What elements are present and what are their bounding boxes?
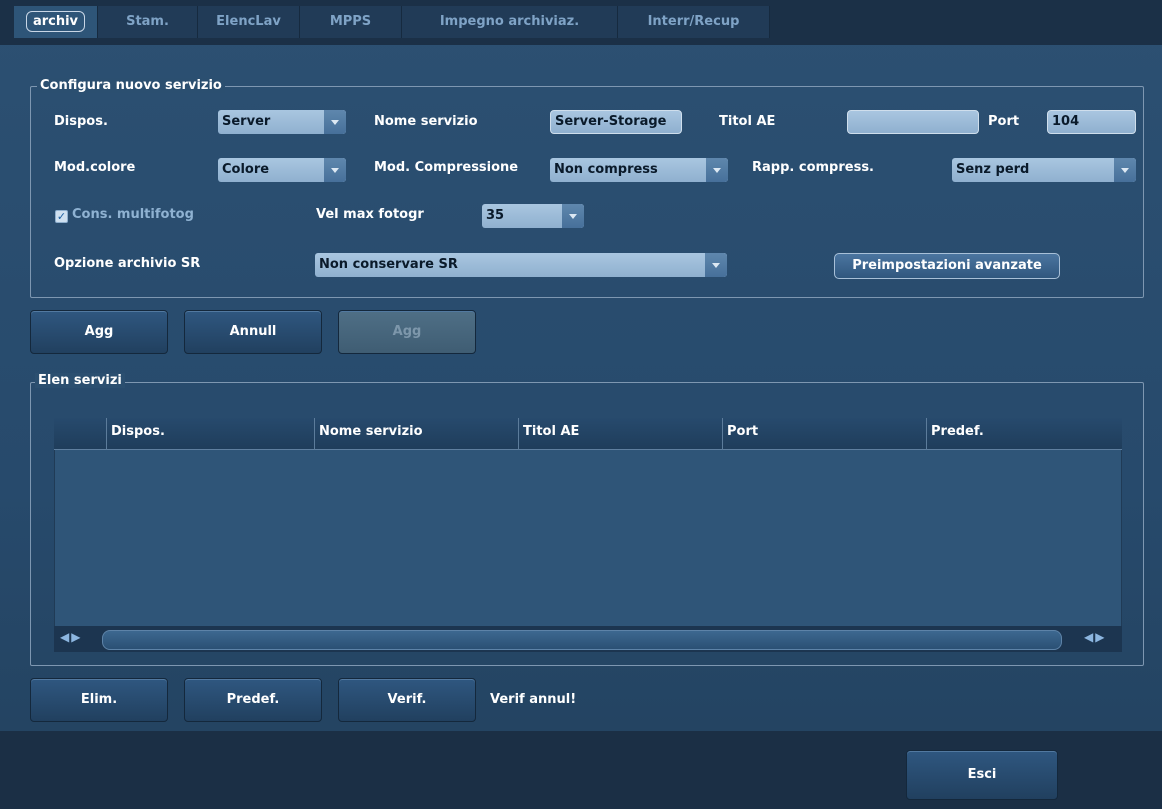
chevron-down-icon [705, 253, 727, 277]
ae-title-field[interactable] [847, 110, 979, 134]
tab-bar: archiv Stam. ElencLav MPPS Impegno archi… [0, 0, 1162, 45]
tab-mpps[interactable]: MPPS [300, 6, 402, 38]
color-mode-label: Mod.colore [54, 160, 136, 175]
tab-archiv[interactable]: archiv [14, 6, 98, 38]
multiframe-label: Cons. multifotog [72, 207, 194, 222]
set-default-button[interactable]: Predef. [184, 678, 322, 722]
scroll-left-right-icon[interactable]: ◀▶ [60, 630, 100, 648]
tab-elenclav[interactable]: ElencLav [198, 6, 300, 38]
advanced-presets-button[interactable]: Preimpostazioni avanzate [834, 253, 1060, 279]
color-mode-dropdown[interactable]: Colore [218, 158, 346, 182]
add-button[interactable]: Agg [30, 310, 168, 354]
column-header-device[interactable]: Dispos. [106, 418, 314, 450]
tab-impegno-archiviazione[interactable]: Impegno archiviaz. [402, 6, 618, 38]
tab-label: archiv [25, 11, 86, 32]
service-table-body[interactable] [54, 450, 1122, 626]
ae-title-label: Titol AE [719, 114, 776, 129]
update-button[interactable]: Agg [338, 310, 476, 354]
chevron-down-icon [324, 158, 346, 182]
column-header-port[interactable]: Port [722, 418, 926, 450]
port-label: Port [988, 114, 1020, 129]
sr-option-dropdown[interactable]: Non conservare SR [315, 253, 727, 277]
compression-ratio-dropdown[interactable]: Senz perd [952, 158, 1136, 182]
compression-ratio-label: Rapp. compress. [752, 160, 874, 175]
port-field[interactable]: 104 [1047, 110, 1136, 134]
sr-option-value: Non conservare SR [319, 257, 458, 272]
compression-mode-value: Non compress [554, 162, 658, 177]
verify-status-text: Verif annul! [490, 692, 577, 707]
compression-mode-label: Mod. Compressione [374, 160, 519, 175]
column-header-ae-title[interactable]: Titol AE [518, 418, 722, 450]
tab-interr-recup[interactable]: Interr/Recup [618, 6, 770, 38]
chevron-down-icon [1114, 158, 1136, 182]
scrollbar-track[interactable] [102, 630, 1062, 650]
device-label: Dispos. [54, 114, 108, 129]
service-name-field[interactable]: Server-Storage [550, 110, 682, 134]
compression-ratio-value: Senz perd [956, 162, 1030, 177]
column-header-default[interactable]: Predef. [926, 418, 1122, 450]
compression-mode-dropdown[interactable]: Non compress [550, 158, 728, 182]
verify-button[interactable]: Verif. [338, 678, 476, 722]
scroll-left-right-icon[interactable]: ◀▶ [1084, 630, 1124, 648]
delete-button[interactable]: Elim. [30, 678, 168, 722]
max-framerate-value: 35 [486, 208, 505, 223]
cancel-button[interactable]: Annull [184, 310, 322, 354]
service-list-title: Elen servizi [35, 373, 125, 388]
tab-bar-filler [770, 6, 1162, 38]
column-header-service-name[interactable]: Nome servizio [314, 418, 518, 450]
chevron-down-icon [562, 204, 584, 228]
max-framerate-dropdown[interactable]: 35 [482, 204, 584, 228]
device-dropdown[interactable]: Server [218, 110, 346, 134]
multiframe-checkbox[interactable]: ✓ [55, 210, 68, 223]
exit-button[interactable]: Esci [906, 750, 1058, 800]
color-mode-value: Colore [222, 162, 270, 177]
max-framerate-label: Vel max fotogr [316, 207, 424, 222]
tab-stampa[interactable]: Stam. [98, 6, 198, 38]
horizontal-scrollbar[interactable]: ◀▶ ◀▶ [54, 626, 1122, 652]
chevron-down-icon [706, 158, 728, 182]
config-group-title: Configura nuovo servizio [37, 78, 225, 93]
sr-option-label: Opzione archivio SR [54, 256, 201, 271]
chevron-down-icon [324, 110, 346, 134]
device-value: Server [222, 114, 271, 129]
service-name-label: Nome servizio [374, 114, 478, 129]
service-table-header: Dispos. Nome servizio Titol AE Port Pred… [54, 418, 1122, 450]
archive-settings-screen: archiv Stam. ElencLav MPPS Impegno archi… [0, 0, 1162, 809]
